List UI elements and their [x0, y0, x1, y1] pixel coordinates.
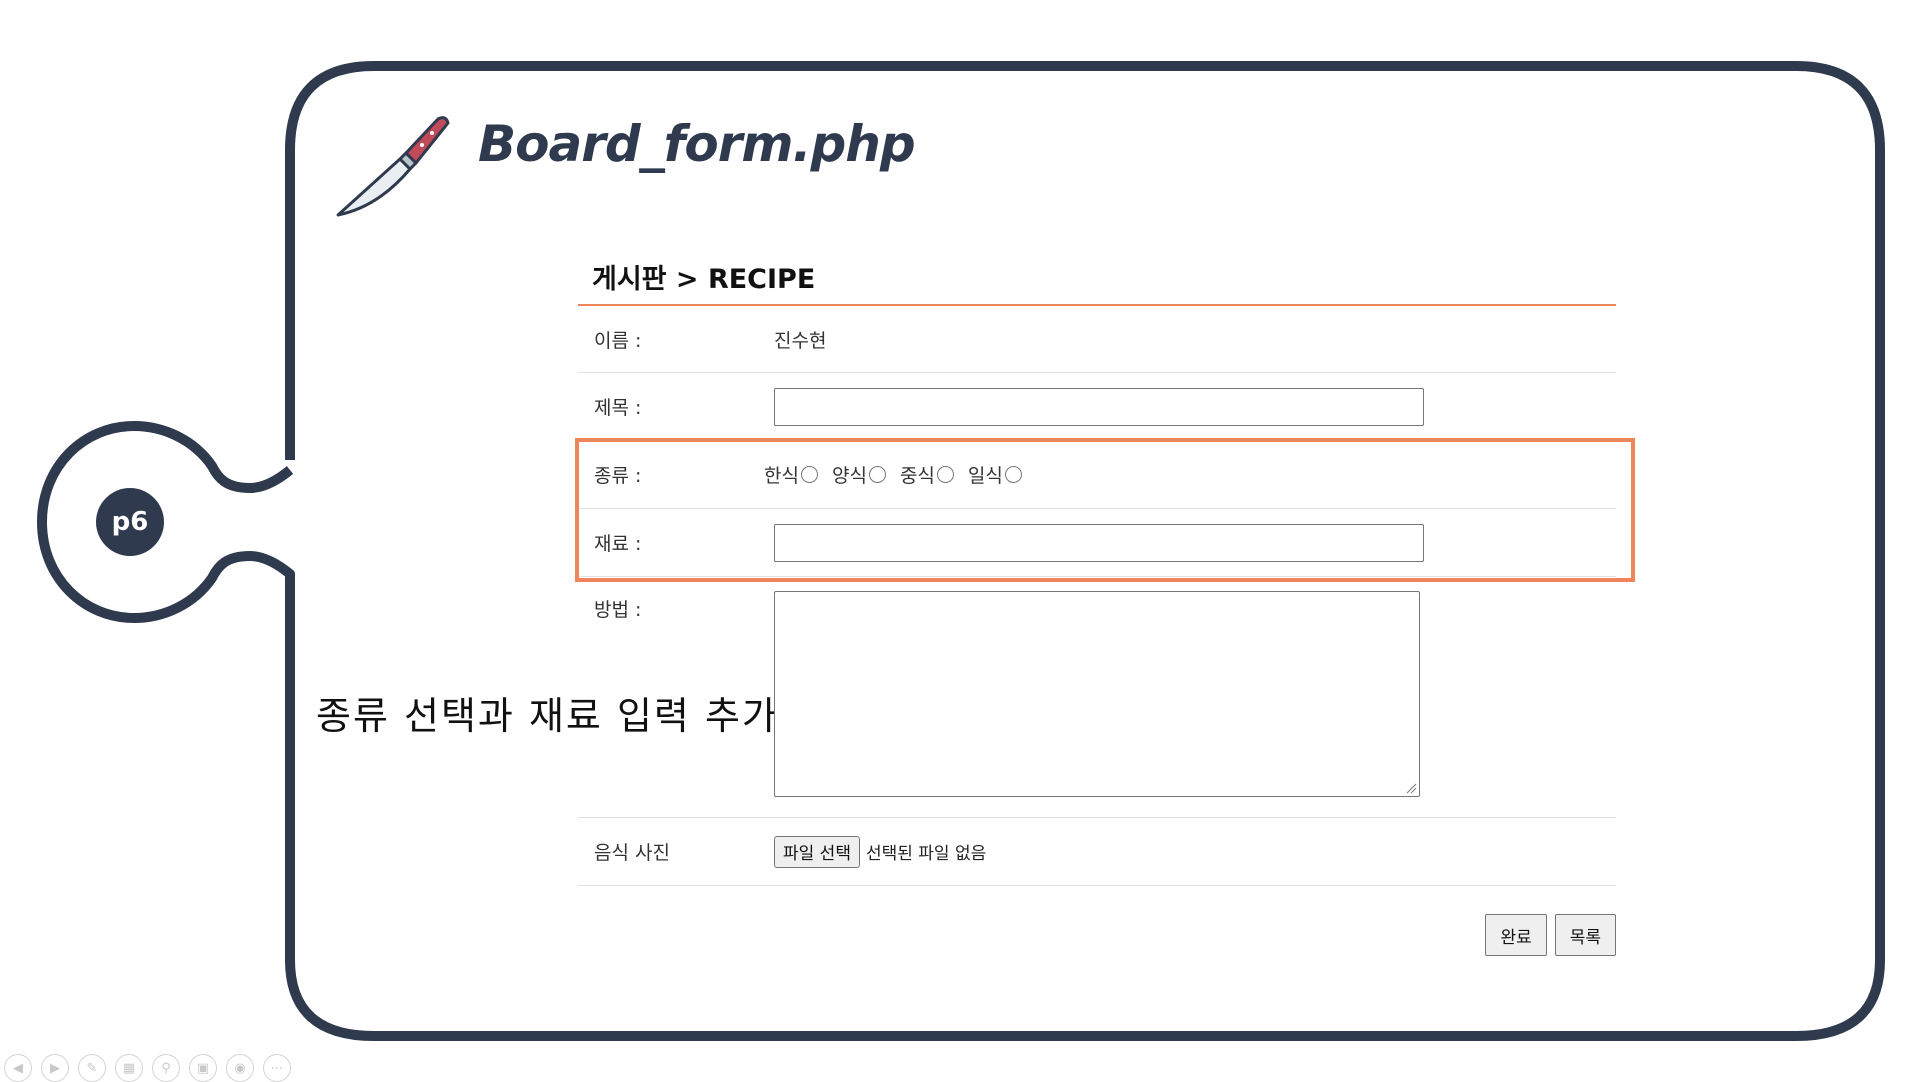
camera-icon[interactable]: ◉	[226, 1054, 254, 1082]
highlight-box	[575, 438, 1635, 582]
board-breadcrumb: 게시판 > RECIPE	[578, 248, 1616, 306]
pen-icon[interactable]: ✎	[78, 1054, 106, 1082]
photo-label: 음식 사진	[594, 842, 670, 864]
method-row: 방법 :	[578, 577, 1616, 818]
list-button[interactable]: 목록	[1554, 914, 1616, 956]
submit-button[interactable]: 완료	[1485, 914, 1547, 956]
slides-icon[interactable]: ▦	[115, 1054, 143, 1082]
name-value: 진수현	[774, 329, 827, 352]
file-select-button[interactable]: 파일 선택	[774, 835, 860, 868]
name-row: 이름 : 진수현	[578, 306, 1616, 373]
title-label: 제목 :	[594, 397, 642, 419]
prev-icon[interactable]: ◀	[4, 1054, 32, 1082]
form-actions: 완료 목록	[578, 914, 1616, 956]
knife-icon	[336, 116, 450, 217]
recipe-board-form: 게시판 > RECIPE 이름 : 진수현 제목 : 종류 : 한식 양식 중식…	[578, 248, 1616, 956]
subtitle-icon[interactable]: ▣	[189, 1054, 217, 1082]
zoom-icon[interactable]: ⚲	[152, 1054, 180, 1082]
method-textarea[interactable]	[774, 591, 1420, 797]
slide-title: Board_form.php	[478, 115, 916, 173]
title-input[interactable]	[774, 387, 1424, 426]
more-icon[interactable]: ⋯	[263, 1054, 291, 1082]
photo-row: 음식 사진 파일 선택 선택된 파일 없음	[578, 818, 1616, 886]
method-label: 방법 :	[594, 599, 642, 621]
name-label: 이름 :	[594, 329, 642, 352]
title-row: 제목 :	[578, 373, 1616, 441]
presentation-toolbar: ◀ ▶ ✎ ▦ ⚲ ▣ ◉ ⋯	[4, 1054, 291, 1082]
resize-grip-icon[interactable]	[1405, 782, 1417, 794]
next-icon[interactable]: ▶	[41, 1054, 69, 1082]
file-status: 선택된 파일 없음	[865, 844, 987, 864]
page-badge: p6	[96, 488, 164, 556]
